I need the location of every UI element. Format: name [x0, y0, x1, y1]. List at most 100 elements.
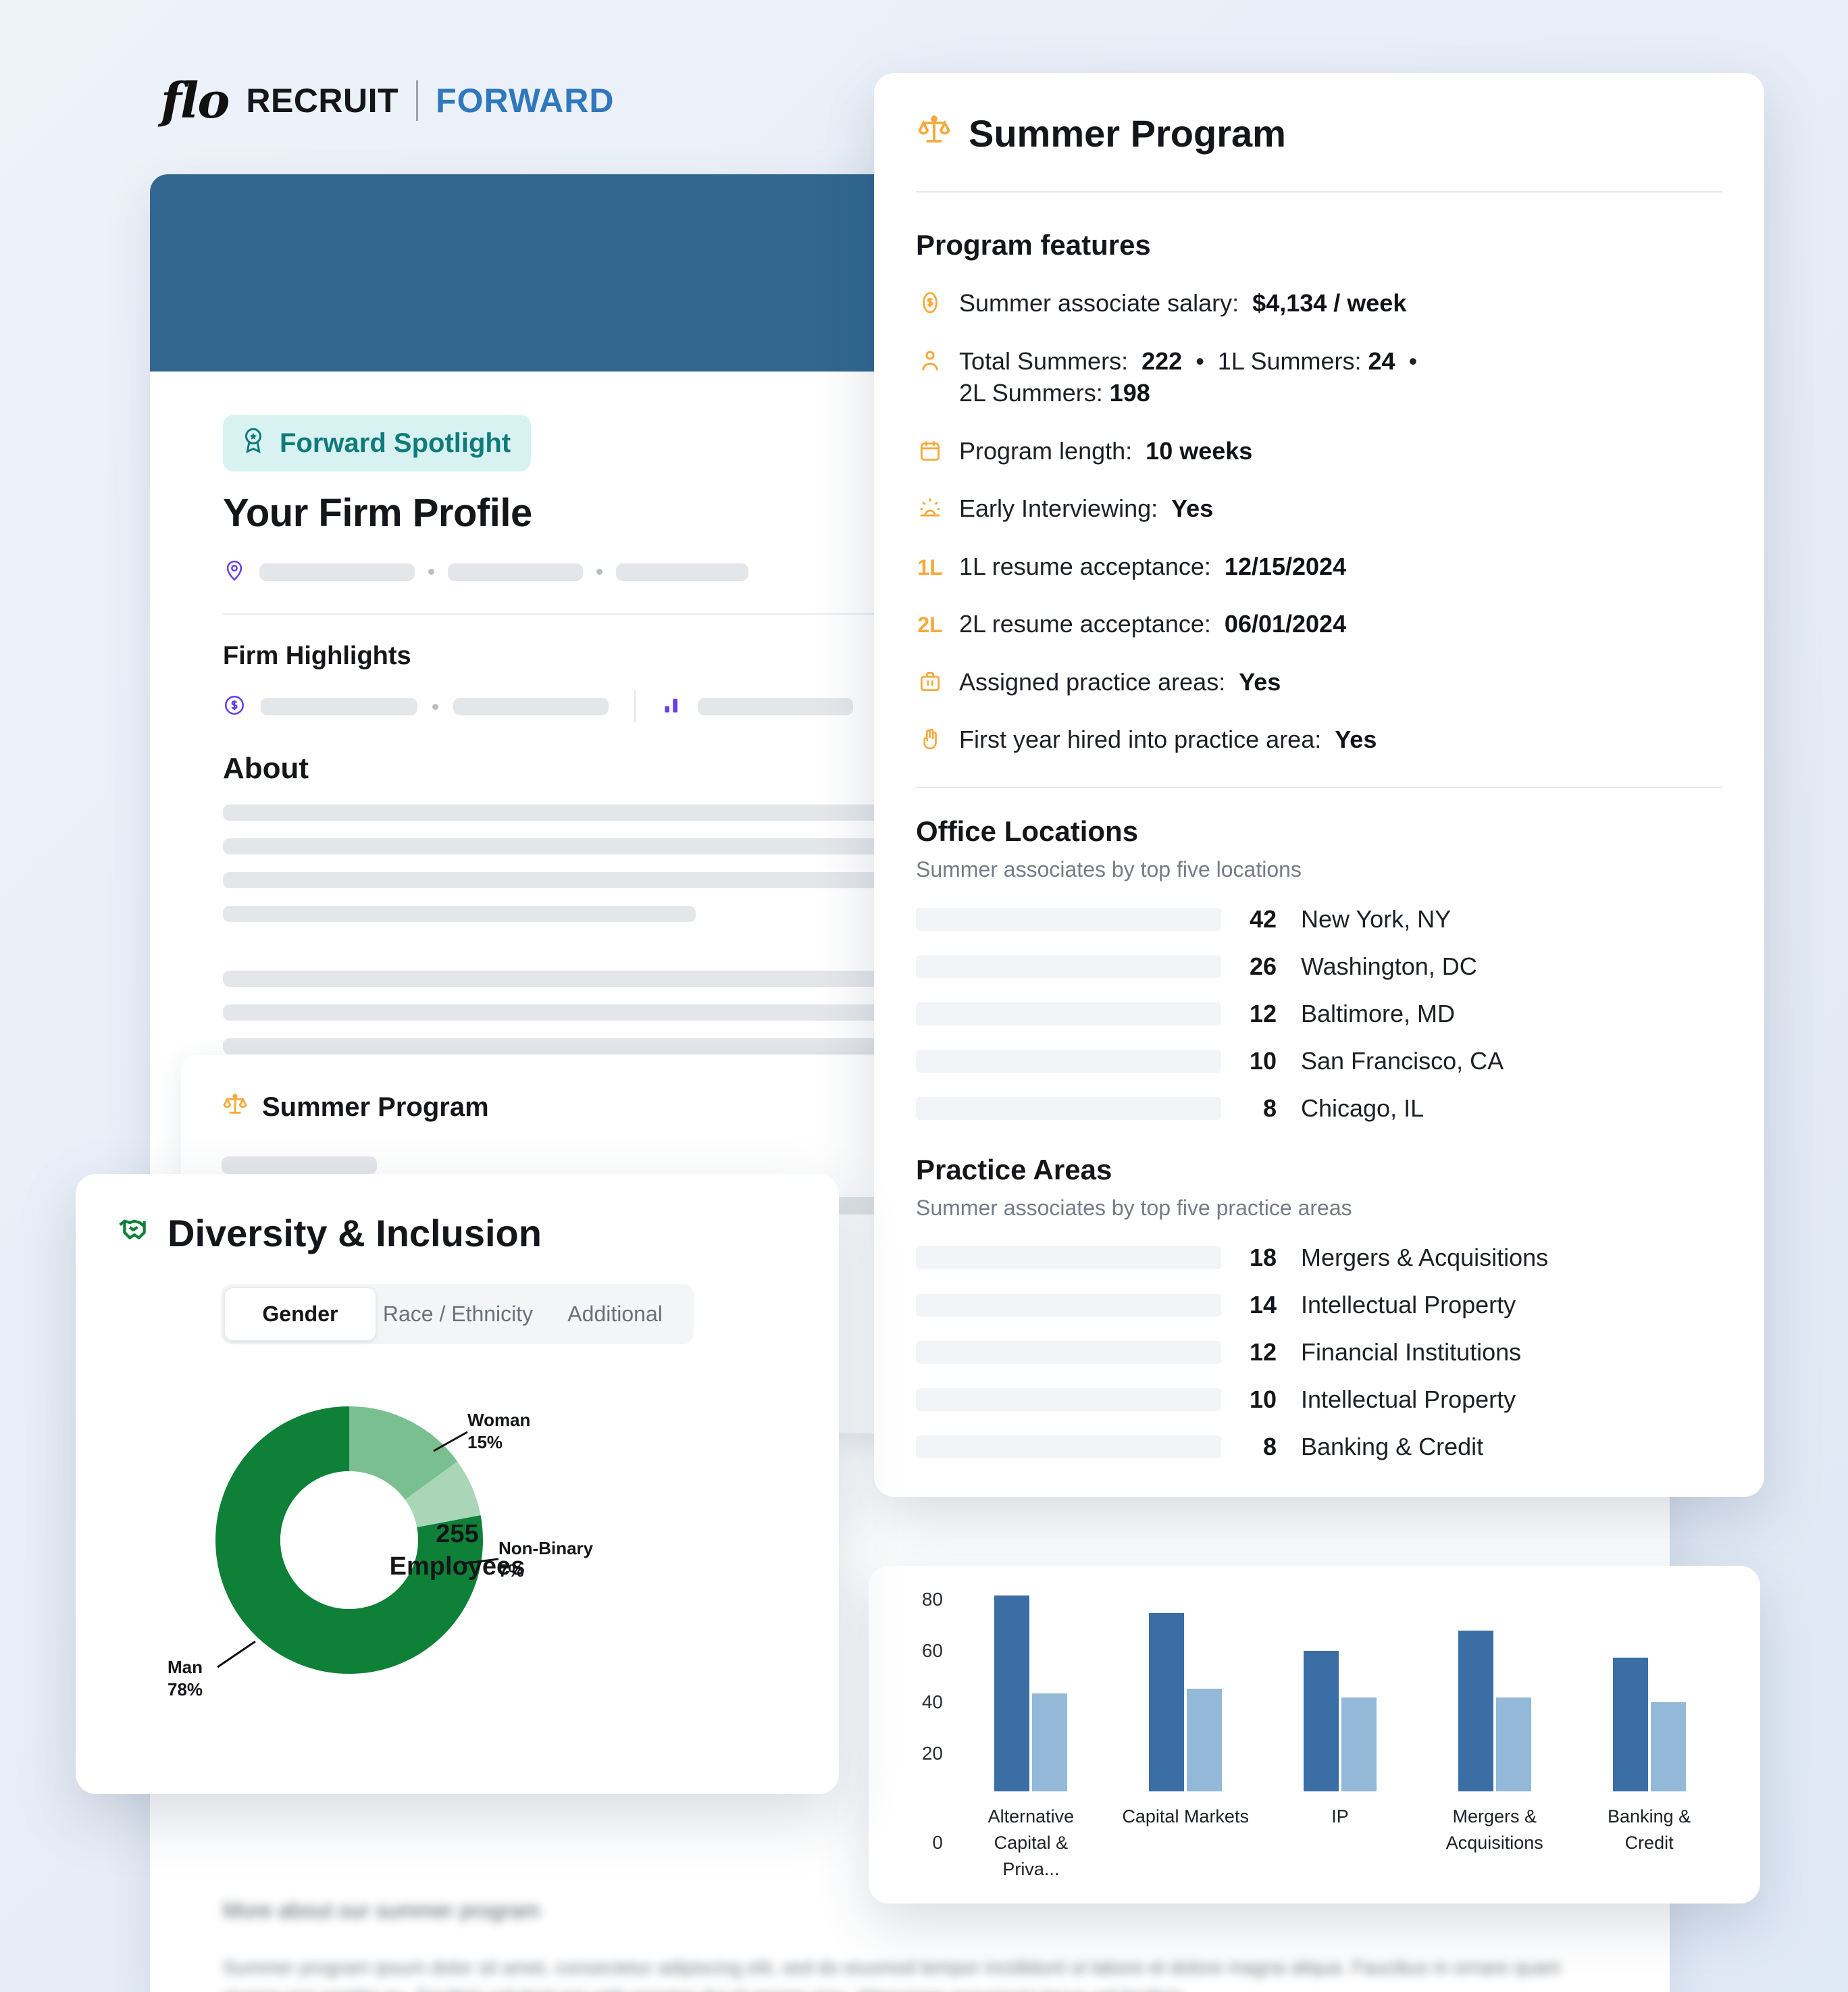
bar-group: [1444, 1631, 1545, 1791]
brand-divider: [416, 80, 418, 121]
award-ribbon-icon: [239, 426, 267, 461]
feature-label: Program length:: [959, 437, 1132, 465]
feature-label: Early Interviewing:: [959, 494, 1158, 522]
tab-additional[interactable]: Additional: [540, 1288, 690, 1340]
brand-lockup: flo RECRUIT FORWARD: [161, 76, 614, 126]
bar-value: 14: [1221, 1291, 1301, 1319]
feature-value: 12/15/2024: [1225, 553, 1346, 580]
bar-series2: [1341, 1697, 1377, 1791]
feature-row-2l-resume: 2L 2L resume acceptance: 06/01/2024: [916, 608, 1722, 640]
practice-areas-subheading: Summer associates by top five practice a…: [916, 1196, 1722, 1221]
1l-badge-icon: 1L: [916, 551, 944, 582]
bar-label: Intellectual Property: [1301, 1385, 1516, 1414]
dollar-coin-icon: [916, 287, 944, 315]
bar-series2: [1187, 1689, 1222, 1791]
callout-woman: Woman 15%: [467, 1409, 530, 1453]
gender-donut-chart: 255 Employees Woman 15% Non-Binary 7% Ma…: [116, 1364, 798, 1716]
meta-placeholder: [448, 563, 583, 581]
meta-placeholder: [616, 563, 748, 581]
bar-series1: [994, 1595, 1029, 1791]
highlight-placeholder: [261, 698, 417, 715]
feature-value: 222: [1141, 347, 1182, 375]
y-tick-0: 0: [896, 1832, 943, 1854]
y-tick-20: 20: [896, 1743, 943, 1764]
feature-label: 2L resume acceptance:: [959, 610, 1211, 638]
bar-track: [916, 1097, 1221, 1120]
callout-man-name: Man: [168, 1656, 203, 1679]
feature-value: Yes: [1171, 494, 1213, 522]
program-features-list: Summer associate salary: $4,134 / week T…: [916, 287, 1722, 756]
feature-text: Total Summers: 222 • 1L Summers: 24 •2L …: [959, 345, 1417, 409]
forward-spotlight-badge: Forward Spotlight: [223, 415, 531, 471]
feature-value: 10 weeks: [1146, 437, 1252, 465]
highlight-divider: [634, 691, 636, 722]
bar-group: [1599, 1658, 1700, 1791]
location-bar-row: 10 San Francisco, CA: [916, 1047, 1722, 1075]
practice-bar-row: 8 Banking & Credit: [916, 1433, 1722, 1461]
office-locations-heading: Office Locations: [916, 815, 1722, 848]
x-label: IP: [1276, 1804, 1404, 1883]
panel-divider: [916, 787, 1722, 788]
bar-value: 8: [1221, 1094, 1301, 1123]
bar-track: [916, 1050, 1221, 1073]
summer-program-panel: Summer Program Program features Summer a…: [874, 73, 1764, 1497]
bar-value: 42: [1221, 905, 1301, 934]
feature-text: Assigned practice areas: Yes: [959, 666, 1281, 698]
feature-value: $4,134 / week: [1252, 289, 1406, 317]
feature-label: Summer associate salary:: [959, 289, 1239, 317]
x-label: Capital Markets: [1121, 1804, 1250, 1883]
bar-track: [916, 1246, 1221, 1269]
flo-wordmark: flo: [161, 76, 228, 125]
dollar-circle-icon: [223, 694, 246, 720]
bar-label: Chicago, IL: [1301, 1094, 1424, 1123]
bar-value: 18: [1221, 1244, 1301, 1272]
practice-area-bar-chart-card: 80 60 40 20 0: [869, 1566, 1760, 1904]
location-bar-row: 26 Washington, DC: [916, 952, 1722, 981]
feature-text: 2L resume acceptance: 06/01/2024: [959, 608, 1346, 640]
tab-race-ethnicity[interactable]: Race / Ethnicity: [376, 1288, 540, 1340]
forward-spotlight-label: Forward Spotlight: [280, 428, 511, 459]
y-tick-60: 60: [896, 1640, 943, 1662]
location-bar-row: 12 Baltimore, MD: [916, 1000, 1722, 1028]
bar-label: San Francisco, CA: [1301, 1047, 1504, 1075]
feature-text: Program length: 10 weeks: [959, 435, 1252, 467]
diversity-tab-group[interactable]: Gender Race / Ethnicity Additional: [221, 1284, 694, 1344]
practice-areas-heading: Practice Areas: [916, 1154, 1722, 1186]
diversity-title-text: Diversity & Inclusion: [168, 1211, 542, 1255]
bar-track: [916, 1341, 1221, 1364]
bar-label: Mergers & Acquisitions: [1301, 1244, 1548, 1272]
sunrise-icon: [916, 492, 944, 521]
bar-track: [916, 1388, 1221, 1411]
bar-series2: [1651, 1702, 1686, 1791]
feature-row-length: Program length: 10 weeks: [916, 435, 1722, 467]
tab-gender[interactable]: Gender: [224, 1287, 376, 1341]
meta-separator: [432, 704, 438, 710]
x-label: Alternative Capital & Priva...: [967, 1804, 1095, 1883]
feature-value: Yes: [1239, 668, 1281, 696]
practice-areas-bars: 18 Mergers & Acquisitions 14 Intellectua…: [916, 1244, 1722, 1461]
handshake-icon: [116, 1210, 153, 1256]
background-card-title-text: Summer Program: [262, 1092, 489, 1123]
callout-woman-name: Woman: [467, 1409, 530, 1431]
bar-label: Washington, DC: [1301, 952, 1477, 981]
hand-icon: [916, 723, 944, 752]
bar-series2: [1032, 1693, 1067, 1791]
practice-bar-row: 18 Mergers & Acquisitions: [916, 1244, 1722, 1272]
callout-man: Man 78%: [168, 1656, 203, 1700]
forward-wordmark: FORWARD: [436, 84, 614, 118]
bar-label: Baltimore, MD: [1301, 1000, 1455, 1028]
practice-bar-row: 14 Intellectual Property: [916, 1291, 1722, 1319]
feature-label: Assigned practice areas:: [959, 668, 1225, 696]
y-tick-80: 80: [896, 1589, 943, 1610]
bar-chart: 80 60 40 20 0: [896, 1589, 1733, 1883]
feature-text: Summer associate salary: $4,134 / week: [959, 287, 1406, 320]
feature-row-early-interviewing: Early Interviewing: Yes: [916, 492, 1722, 525]
bar-track: [916, 1435, 1221, 1458]
bar-label: Banking & Credit: [1301, 1433, 1483, 1461]
2l-badge-icon: 2L: [916, 608, 944, 639]
callout-woman-pct: 15%: [467, 1431, 530, 1454]
callout-nonbinary-pct: 7%: [498, 1560, 593, 1582]
meta-separator: [428, 569, 434, 575]
bar-label: Intellectual Property: [1301, 1291, 1516, 1319]
location-bar-row: 42 New York, NY: [916, 905, 1722, 934]
